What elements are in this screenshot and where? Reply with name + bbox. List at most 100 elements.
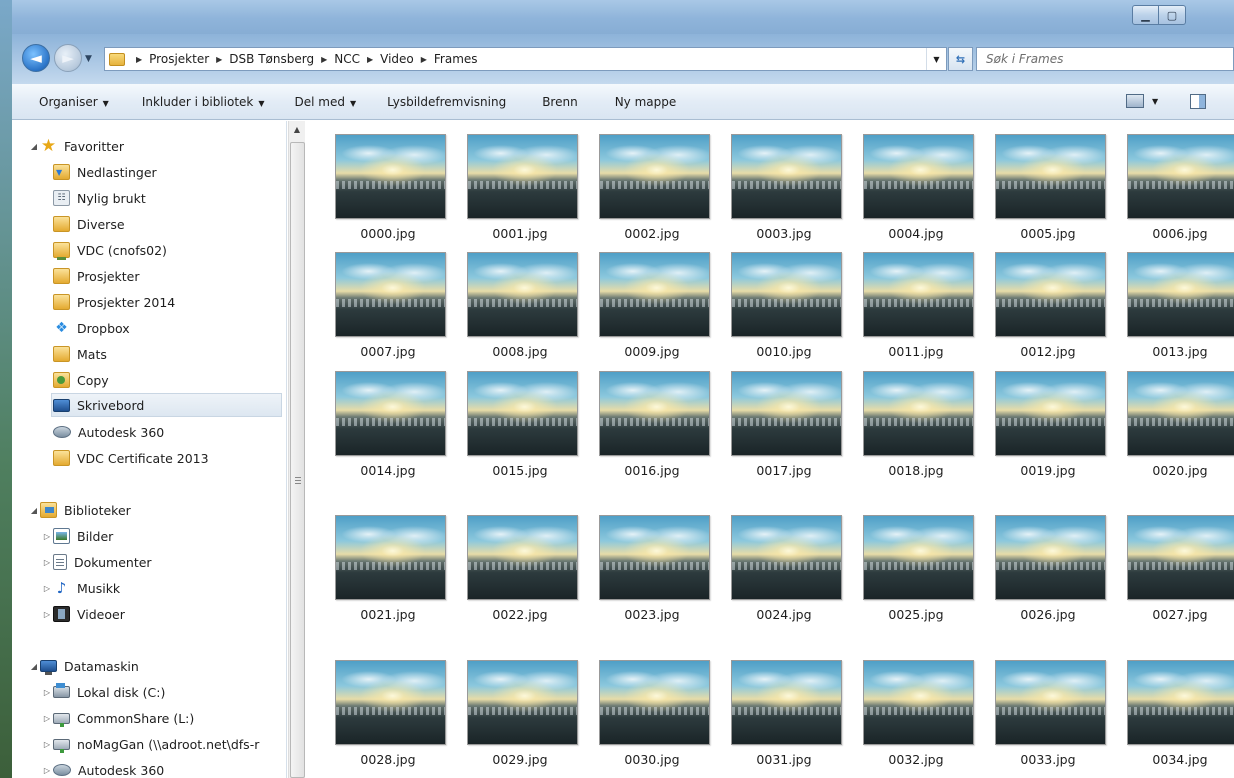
breadcrumb-ncc[interactable]: NCC	[334, 52, 360, 66]
breadcrumb-video[interactable]: Video	[380, 52, 414, 66]
image-thumbnail[interactable]	[1127, 134, 1234, 219]
image-thumbnail[interactable]	[335, 252, 446, 337]
image-thumbnail[interactable]	[731, 134, 842, 219]
nav-item-videoer[interactable]: ▷ Videoer	[41, 602, 125, 626]
preview-pane-button[interactable]	[1190, 94, 1206, 109]
breadcrumb-separator-icon[interactable]: ▶	[421, 55, 427, 64]
image-thumbnail[interactable]	[995, 371, 1106, 456]
breadcrumb-frames[interactable]: Frames	[434, 52, 478, 66]
nav-item-musikk[interactable]: ▷ ♪ Musikk	[41, 576, 120, 600]
nav-item-nedlastinger[interactable]: Nedlastinger	[53, 160, 157, 184]
nav-item-commonshare[interactable]: ▷ CommonShare (L:)	[41, 706, 194, 730]
scrollbar-thumb[interactable]	[290, 142, 305, 778]
nav-item-bilder[interactable]: ▷ Bilder	[41, 524, 113, 548]
address-bar[interactable]: ▶ Prosjekter ▶ DSB Tønsberg ▶ NCC ▶ Vide…	[104, 47, 947, 71]
scroll-up-button[interactable]: ▲	[289, 121, 305, 138]
expand-triangle-icon[interactable]: ▷	[41, 688, 53, 697]
nav-item-nomaggan[interactable]: ▷ noMagGan (\\adroot.net\dfs-r	[41, 732, 259, 756]
image-thumbnail[interactable]	[335, 660, 446, 745]
share-with-menu[interactable]: Del med ▼	[295, 95, 357, 109]
breadcrumb-separator-icon[interactable]: ▶	[216, 55, 222, 64]
image-thumbnail[interactable]	[731, 371, 842, 456]
nav-group-favorites[interactable]: ◢ ★ Favoritter	[28, 134, 124, 158]
nav-item-diverse[interactable]: Diverse	[53, 212, 125, 236]
forward-button[interactable]: ►	[54, 44, 82, 72]
image-thumbnail[interactable]	[335, 134, 446, 219]
image-thumbnail[interactable]	[863, 371, 974, 456]
image-thumbnail[interactable]	[467, 134, 578, 219]
expand-triangle-icon[interactable]: ▷	[41, 532, 53, 541]
image-thumbnail[interactable]	[1127, 371, 1234, 456]
nav-item-lokal-disk[interactable]: ▷ Lokal disk (C:)	[41, 680, 165, 704]
expand-triangle-icon[interactable]: ▷	[41, 558, 53, 567]
image-thumbnail[interactable]	[1127, 660, 1234, 745]
new-folder-button[interactable]: Ny mappe	[615, 95, 677, 109]
collapse-triangle-icon[interactable]: ◢	[28, 142, 40, 151]
image-thumbnail[interactable]	[467, 252, 578, 337]
nav-item-prosjekter[interactable]: Prosjekter	[53, 264, 139, 288]
expand-triangle-icon[interactable]: ▷	[41, 584, 53, 593]
image-thumbnail[interactable]	[599, 252, 710, 337]
nav-item-autodesk-360-computer[interactable]: ▷ Autodesk 360	[41, 758, 164, 778]
search-input[interactable]	[986, 52, 1233, 66]
image-thumbnail[interactable]	[995, 134, 1106, 219]
nav-item-vdc-cnofs02[interactable]: VDC (cnofs02)	[53, 238, 167, 262]
refresh-button[interactable]: ⇆	[948, 47, 973, 71]
nav-item-mats[interactable]: Mats	[53, 342, 107, 366]
minimize-button[interactable]: ▁	[1132, 5, 1159, 25]
image-thumbnail[interactable]	[863, 252, 974, 337]
expand-triangle-icon[interactable]: ▷	[41, 740, 53, 749]
expand-triangle-icon[interactable]: ▷	[41, 610, 53, 619]
image-thumbnail[interactable]	[1127, 252, 1234, 337]
nav-item-copy[interactable]: Copy	[53, 368, 109, 392]
collapse-triangle-icon[interactable]: ◢	[28, 506, 40, 515]
slideshow-button[interactable]: Lysbildefremvisning	[387, 95, 506, 109]
breadcrumb-prosjekter[interactable]: Prosjekter	[149, 52, 209, 66]
breadcrumb-separator-icon[interactable]: ▶	[136, 55, 142, 64]
organize-menu[interactable]: Organiser ▼	[39, 95, 109, 109]
image-thumbnail[interactable]	[863, 660, 974, 745]
image-thumbnail[interactable]	[599, 515, 710, 600]
nav-item-vdc-certificate-2013[interactable]: VDC Certificate 2013	[53, 446, 209, 470]
address-dropdown-button[interactable]: ▼	[926, 48, 946, 70]
image-thumbnail[interactable]	[335, 515, 446, 600]
image-thumbnail[interactable]	[599, 371, 710, 456]
nav-item-prosjekter-2014[interactable]: Prosjekter 2014	[53, 290, 175, 314]
image-thumbnail[interactable]	[731, 660, 842, 745]
breadcrumb-dsb-tonsberg[interactable]: DSB Tønsberg	[229, 52, 314, 66]
include-in-library-menu[interactable]: Inkluder i bibliotek ▼	[142, 95, 265, 109]
image-thumbnail[interactable]	[335, 371, 446, 456]
image-thumbnail[interactable]	[599, 134, 710, 219]
breadcrumb-separator-icon[interactable]: ▶	[367, 55, 373, 64]
image-thumbnail[interactable]	[731, 252, 842, 337]
maximize-button[interactable]: ▢	[1159, 5, 1186, 25]
nav-group-computer[interactable]: ◢ Datamaskin	[28, 654, 139, 678]
nav-item-autodesk-360[interactable]: Autodesk 360	[53, 420, 164, 444]
burn-button[interactable]: Brenn	[542, 95, 578, 109]
nav-group-libraries[interactable]: ◢ Biblioteker	[28, 498, 131, 522]
navigation-pane-scrollbar[interactable]: ▲	[288, 121, 305, 778]
nav-item-skrivebord[interactable]: Skrivebord	[51, 393, 282, 417]
image-thumbnail[interactable]	[863, 515, 974, 600]
image-thumbnail[interactable]	[731, 515, 842, 600]
image-thumbnail[interactable]	[1127, 515, 1234, 600]
expand-triangle-icon[interactable]: ▷	[41, 714, 53, 723]
image-thumbnail[interactable]	[599, 660, 710, 745]
collapse-triangle-icon[interactable]: ◢	[28, 662, 40, 671]
change-view-button[interactable]: ▼	[1126, 94, 1158, 108]
nav-item-dokumenter[interactable]: ▷ Dokumenter	[41, 550, 152, 574]
image-thumbnail[interactable]	[467, 371, 578, 456]
image-thumbnail[interactable]	[995, 515, 1106, 600]
search-box[interactable]	[976, 47, 1234, 71]
image-thumbnail[interactable]	[995, 252, 1106, 337]
expand-triangle-icon[interactable]: ▷	[41, 766, 53, 775]
breadcrumb-separator-icon[interactable]: ▶	[321, 55, 327, 64]
back-button[interactable]: ◄	[22, 44, 50, 72]
image-thumbnail[interactable]	[995, 660, 1106, 745]
image-thumbnail[interactable]	[467, 515, 578, 600]
image-thumbnail[interactable]	[863, 134, 974, 219]
image-thumbnail[interactable]	[467, 660, 578, 745]
nav-item-nylig-brukt[interactable]: ☷ Nylig brukt	[53, 186, 146, 210]
recent-pages-button[interactable]: ▼	[85, 54, 92, 64]
nav-item-dropbox[interactable]: ❖ Dropbox	[53, 316, 129, 340]
